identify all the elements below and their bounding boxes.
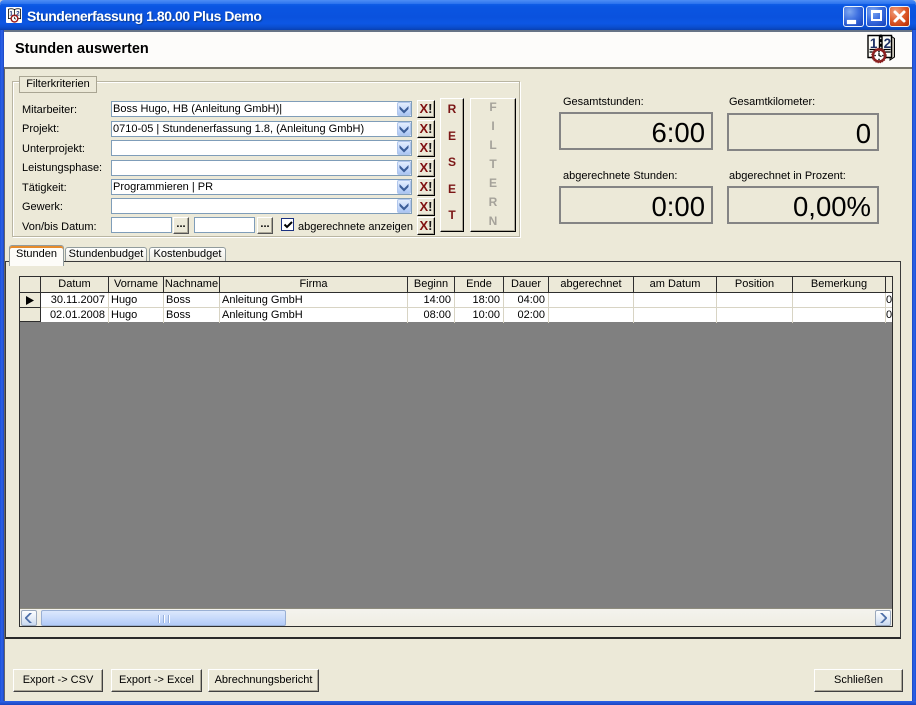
- svg-text:1: 1: [870, 36, 878, 51]
- svg-text:2: 2: [884, 36, 892, 51]
